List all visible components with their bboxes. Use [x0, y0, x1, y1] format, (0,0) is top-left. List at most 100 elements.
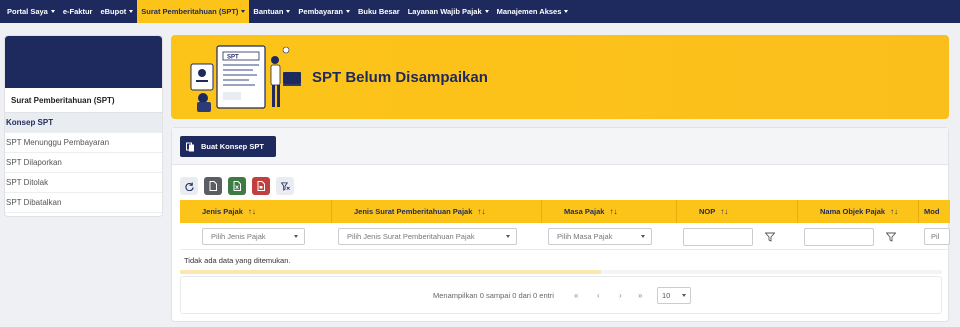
- column-jenis-pajak[interactable]: Jenis Pajak ↑↓: [180, 200, 332, 223]
- chevron-down-icon: [50, 10, 55, 13]
- create-draft-spt-button[interactable]: Buat Konsep SPT: [180, 136, 276, 157]
- excel-icon: [233, 181, 241, 191]
- nav-ebupot[interactable]: eBupot: [96, 0, 137, 23]
- nav-label: e-Faktur: [62, 7, 93, 16]
- next-page-button[interactable]: ›: [619, 291, 622, 300]
- pagination: Menampilkan 0 sampai 0 dari 0 entri « ‹ …: [180, 276, 942, 314]
- filter-cell: Pilih Masa Pajak: [542, 223, 677, 250]
- sidebar-title: Surat Pemberitahuan (SPT): [5, 88, 162, 113]
- column-label: Mod: [924, 207, 940, 216]
- column-nama-objek-pajak[interactable]: Nama Objek Pajak ↑↓: [798, 200, 919, 223]
- nav-manajemen-akses[interactable]: Manajemen Akses: [493, 0, 573, 23]
- filter-icon[interactable]: [886, 232, 896, 242]
- nav-buku-besar[interactable]: Buku Besar: [354, 0, 404, 23]
- previous-page-button[interactable]: ‹: [597, 291, 600, 300]
- nav-e-faktur[interactable]: e-Faktur: [59, 0, 97, 23]
- chevron-down-icon: [241, 10, 246, 13]
- filter-cell: Pil: [919, 223, 950, 250]
- document-stack-icon: [186, 142, 194, 151]
- clear-filter-icon: [280, 181, 290, 191]
- export-document-button[interactable]: [204, 177, 222, 195]
- nav-label: Bantuan: [253, 7, 284, 16]
- page-size-select[interactable]: 10: [657, 286, 691, 304]
- sort-icon: ↑↓: [720, 207, 729, 216]
- column-label: Masa Pajak: [564, 207, 605, 216]
- sidebar-item-konsep-spt[interactable]: Konsep SPT: [5, 113, 162, 133]
- column-label: Jenis Pajak: [202, 207, 243, 216]
- scrollbar-thumb[interactable]: [180, 270, 601, 274]
- nav-label: Buku Besar: [358, 7, 400, 16]
- column-label: Jenis Surat Pemberitahuan Pajak: [354, 207, 473, 216]
- content-panel: Buat Konsep SPT Jenis Pajak ↑↓ Jenis Sur…: [171, 127, 950, 322]
- filter-cell: Pilih Jenis Surat Pemberitahuan Pajak: [332, 223, 542, 250]
- page-size-value: 10: [662, 290, 671, 300]
- nav-bantuan[interactable]: Bantuan: [249, 0, 294, 23]
- sidebar-item-menunggu-pembayaran[interactable]: SPT Menunggu Pembayaran: [5, 133, 162, 153]
- nama-objek-pajak-filter-input[interactable]: [804, 227, 874, 246]
- mod-select[interactable]: Pil: [924, 228, 950, 245]
- column-nop[interactable]: NOP ↑↓: [677, 200, 798, 223]
- sort-icon: ↑↓: [609, 207, 618, 216]
- sidebar-item-ditolak[interactable]: SPT Ditolak: [5, 173, 162, 193]
- spt-illustration: SPT: [190, 45, 301, 112]
- sidebar-item-dibatalkan[interactable]: SPT Dibatalkan: [5, 193, 162, 213]
- nav-label: eBupot: [100, 7, 127, 16]
- refresh-button[interactable]: [180, 177, 198, 195]
- page-banner: SPT SPT Belum Disampaikan: [171, 35, 949, 119]
- select-placeholder: Pilih Jenis Surat Pemberitahuan Pajak: [347, 232, 475, 241]
- export-pdf-button[interactable]: [252, 177, 270, 195]
- nav-portal-saya[interactable]: Portal Saya: [3, 0, 59, 23]
- filter-cell: [798, 223, 919, 250]
- empty-message: Tidak ada data yang ditemukan.: [184, 256, 291, 265]
- filter-cell: Pilih Jenis Pajak: [180, 223, 332, 250]
- sort-icon: ↑↓: [890, 207, 899, 216]
- nav-layanan-wajib-pajak[interactable]: Layanan Wajib Pajak: [404, 0, 493, 23]
- chevron-down-icon: [346, 10, 351, 13]
- chevron-down-icon: [294, 235, 298, 238]
- jenis-spt-select[interactable]: Pilih Jenis Surat Pemberitahuan Pajak: [338, 228, 517, 245]
- column-mod[interactable]: Mod: [919, 200, 950, 223]
- page-title: SPT Belum Disampaikan: [312, 69, 488, 86]
- nop-filter-input[interactable]: [683, 227, 753, 246]
- sidebar-header: [5, 36, 162, 88]
- pdf-icon: [257, 181, 265, 191]
- select-placeholder: Pilih Masa Pajak: [557, 232, 613, 241]
- top-navigation: Portal Saya e-Faktur eBupot Surat Pember…: [0, 0, 960, 23]
- illustration-label: SPT: [227, 55, 239, 61]
- jenis-pajak-select[interactable]: Pilih Jenis Pajak: [202, 228, 305, 245]
- pagination-info: Menampilkan 0 sampai 0 dari 0 entri: [433, 290, 554, 300]
- chevron-down-icon: [682, 293, 686, 297]
- nav-pembayaran[interactable]: Pembayaran: [294, 0, 354, 23]
- filter-row: Pilih Jenis Pajak Pilih Jenis Surat Pemb…: [180, 223, 950, 250]
- chevron-down-icon: [641, 235, 645, 238]
- sidebar-item-dilaporkan[interactable]: SPT Dilaporkan: [5, 153, 162, 173]
- nav-label: Manajemen Akses: [496, 7, 562, 16]
- nav-spt[interactable]: Surat Pemberitahuan (SPT): [137, 0, 250, 23]
- filter-icon[interactable]: [765, 232, 775, 242]
- document-icon: [209, 181, 217, 191]
- table-toolbar: [180, 177, 294, 195]
- nav-label: Portal Saya: [7, 7, 48, 16]
- column-masa-pajak[interactable]: Masa Pajak ↑↓: [542, 200, 677, 223]
- table-header: Jenis Pajak ↑↓ Jenis Surat Pemberitahuan …: [180, 200, 950, 223]
- column-jenis-spt[interactable]: Jenis Surat Pemberitahuan Pajak ↑↓: [332, 200, 542, 223]
- select-placeholder: Pilih Jenis Pajak: [211, 232, 266, 241]
- first-page-button[interactable]: «: [574, 291, 578, 300]
- column-label: NOP: [699, 207, 716, 216]
- panel-header: Buat Konsep SPT: [172, 128, 948, 165]
- chevron-down-icon: [484, 10, 489, 13]
- chevron-down-icon: [506, 235, 510, 238]
- sort-icon: ↑↓: [247, 207, 256, 216]
- column-label: Nama Objek Pajak: [820, 207, 886, 216]
- create-draft-label: Buat Konsep SPT: [201, 142, 264, 151]
- export-excel-button[interactable]: [228, 177, 246, 195]
- horizontal-scrollbar[interactable]: [180, 270, 942, 274]
- chevron-down-icon: [286, 10, 291, 13]
- filter-cell: [677, 223, 798, 250]
- sidebar: Surat Pemberitahuan (SPT) Konsep SPT SPT…: [4, 35, 163, 217]
- select-placeholder: Pil: [931, 232, 940, 241]
- chevron-down-icon: [129, 10, 134, 13]
- clear-filter-button[interactable]: [276, 177, 294, 195]
- masa-pajak-select[interactable]: Pilih Masa Pajak: [548, 228, 652, 245]
- last-page-button[interactable]: »: [638, 291, 642, 300]
